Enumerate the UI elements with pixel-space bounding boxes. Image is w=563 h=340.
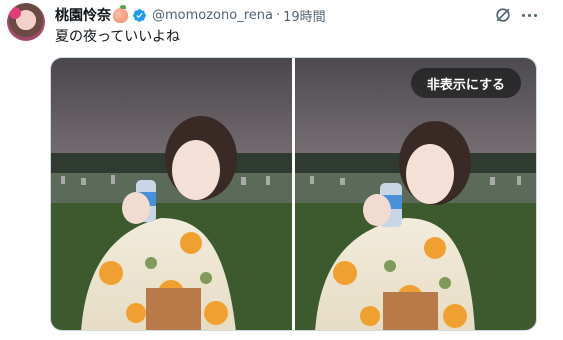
- display-name[interactable]: 桃園怜奈: [55, 5, 111, 25]
- more-icon[interactable]: [519, 5, 539, 25]
- grok-icon[interactable]: [493, 5, 513, 25]
- avatar-flower: [9, 7, 21, 19]
- photo-1[interactable]: [51, 58, 292, 330]
- tweet: 桃園怜奈 @momozono_rena · 19時間 夏の夜っていいよね 非表示…: [0, 0, 563, 340]
- timestamp[interactable]: 19時間: [283, 6, 326, 25]
- handle[interactable]: @momozono_rena: [152, 8, 273, 23]
- verified-badge-icon: [133, 8, 146, 22]
- hide-media-button[interactable]: 非表示にする: [411, 68, 521, 98]
- media-grid: 非表示にする: [50, 57, 537, 331]
- avatar[interactable]: [7, 3, 45, 41]
- separator-dot: ·: [275, 7, 281, 23]
- tweet-text: 夏の夜っていいよね: [55, 29, 181, 45]
- photo-2[interactable]: [295, 58, 536, 330]
- peach-icon: [113, 4, 128, 23]
- tweet-header: 桃園怜奈 @momozono_rena · 19時間: [55, 4, 326, 25]
